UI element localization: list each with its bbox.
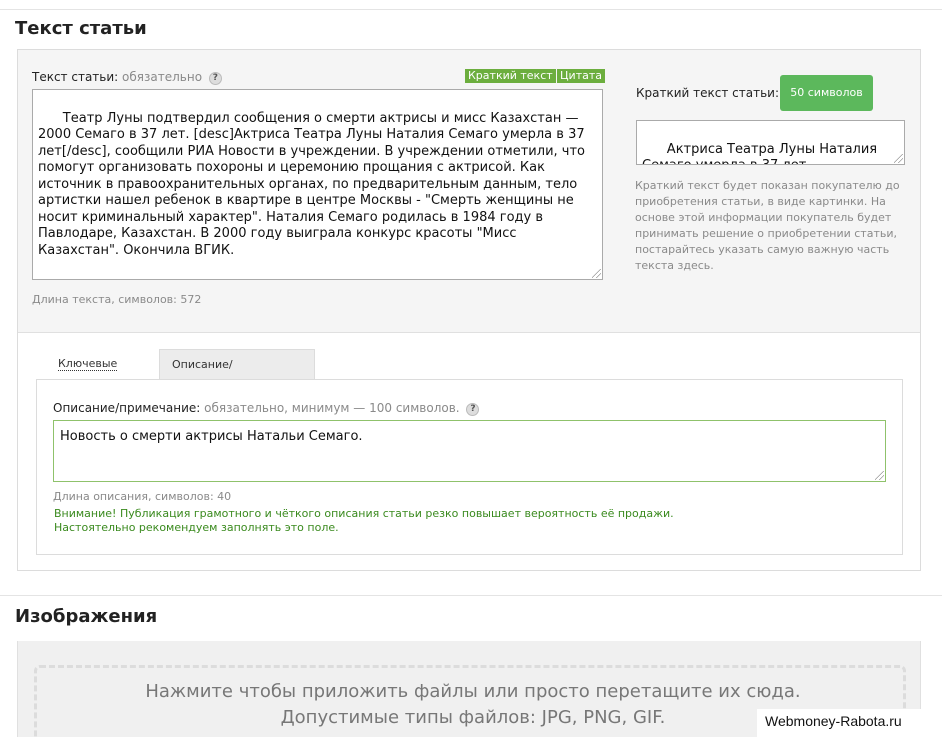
warning-line-2: Настоятельно рекомендуем заполнять это п…: [54, 521, 339, 534]
help-icon[interactable]: ?: [466, 403, 480, 416]
section-divider: [0, 595, 942, 596]
tab-keywords[interactable]: Ключевые слова: [46, 349, 158, 401]
short-text-label: Краткий текст статьи:: [636, 86, 780, 100]
description-textarea[interactable]: Новость о смерти актрисы Натальи Семаго.: [53, 420, 886, 482]
help-icon[interactable]: ?: [208, 72, 222, 85]
watermark: Webmoney-Rabota.ru: [757, 709, 942, 737]
resize-handle-icon[interactable]: [894, 154, 903, 163]
description-required-hint: обязательно, минимум — 100 символов.: [204, 401, 460, 415]
description-label-text: Описание/примечание:: [53, 401, 201, 415]
tab-description[interactable]: Описание/примечание: [159, 349, 315, 401]
short-text-textarea[interactable]: Актриса Театра Луны Наталия Семаго умерл…: [636, 120, 905, 165]
char-count-button[interactable]: 50 символов: [780, 75, 873, 111]
section-title-images: Изображения: [15, 606, 158, 627]
description-value: Новость о смерти актрисы Натальи Семаго.: [60, 429, 363, 444]
resize-handle-icon[interactable]: [875, 471, 884, 480]
description-box: Описание/примечание: обязательно, миниму…: [36, 379, 903, 555]
dropzone-instruction: Нажмите чтобы приложить файлы или просто…: [145, 681, 801, 702]
article-text-value: Театр Луны подтвердил сообщения о смерти…: [38, 110, 590, 258]
quote-tag-button[interactable]: Цитата: [557, 69, 605, 83]
description-warning: Внимание! Публикация грамотного и чётког…: [54, 507, 674, 535]
article-length-info: Длина текста, символов: 572: [32, 293, 202, 306]
article-panel-top: Текст статьи: обязательно ? Краткий текс…: [18, 50, 920, 333]
article-text-textarea[interactable]: Театр Луны подтвердил сообщения о смерти…: [32, 89, 603, 280]
article-text-required-hint: обязательно: [122, 70, 203, 84]
top-divider: [0, 0, 942, 10]
warning-line-1: Внимание! Публикация грамотного и чётког…: [54, 507, 674, 520]
article-panel: Текст статьи: обязательно ? Краткий текс…: [17, 49, 921, 571]
description-length-info: Длина описания, символов: 40: [53, 490, 232, 503]
section-title-article: Текст статьи: [15, 18, 147, 39]
description-label: Описание/примечание: обязательно, миниму…: [53, 401, 480, 416]
short-text-value: Актриса Театра Луны Наталия Семаго умерл…: [642, 141, 878, 165]
short-text-tag-button[interactable]: Краткий текст: [465, 69, 556, 83]
resize-handle-icon[interactable]: [592, 269, 601, 278]
article-text-label-text: Текст статьи:: [32, 70, 119, 84]
article-text-label: Текст статьи: обязательно ?: [32, 70, 222, 85]
short-text-help: Краткий текст будет показан покупателю д…: [635, 179, 900, 272]
